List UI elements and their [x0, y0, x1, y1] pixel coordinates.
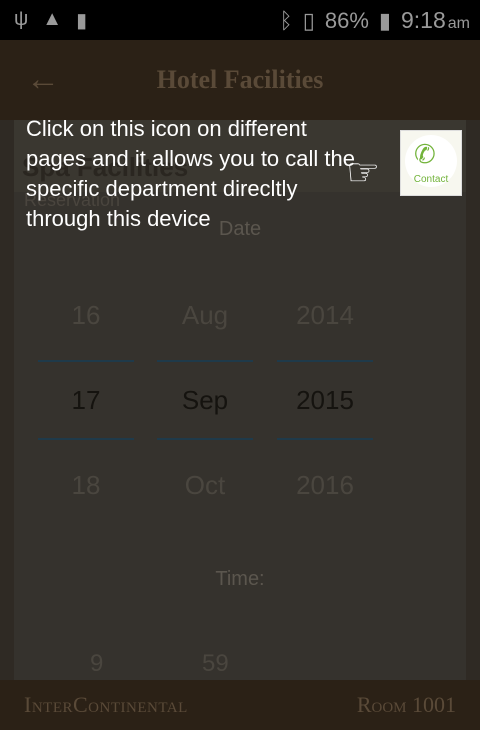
month-prev[interactable]: Aug: [157, 270, 253, 360]
minute-value[interactable]: 59: [202, 650, 229, 678]
day-picker[interactable]: 16 17 18: [38, 270, 134, 530]
page-title: Hotel Facilities: [156, 65, 324, 94]
year-picker[interactable]: 2014 2015 2016: [277, 270, 373, 530]
hour-value[interactable]: 9: [90, 650, 103, 678]
day-next[interactable]: 18: [38, 440, 134, 530]
vibrate-icon: ▯: [302, 7, 315, 33]
sim-icon: ▮: [76, 10, 88, 32]
clock: 9:18 am: [401, 7, 470, 33]
day-current[interactable]: 17: [38, 360, 134, 440]
month-picker[interactable]: Aug Sep Oct: [157, 270, 253, 530]
month-current[interactable]: Sep: [157, 360, 253, 440]
year-next[interactable]: 2016: [277, 440, 373, 530]
hand-pointing-icon: ☞: [346, 152, 381, 194]
app-bar: ← Hotel Facilities: [0, 40, 480, 120]
day-prev[interactable]: 16: [38, 270, 134, 360]
footer: InterContinental Room 1001: [0, 680, 480, 730]
year-current[interactable]: 2015: [277, 360, 373, 440]
battery-percent: 86%: [324, 7, 369, 33]
contact-button[interactable]: ✆ Contact: [400, 130, 462, 196]
phone-icon: ✆: [414, 139, 436, 169]
status-bar: ψ ▲ ▮ ᛒ ▯ 86% ▮ 9:18 am: [0, 0, 480, 40]
brand-logo: InterContinental: [24, 692, 188, 717]
warning-icon: ▲: [42, 8, 63, 30]
room-number: Room 1001: [356, 692, 456, 717]
bluetooth-icon: ᛒ: [279, 7, 293, 33]
usb-icon: ψ: [14, 8, 29, 30]
contact-label: Contact: [413, 174, 449, 185]
status-left-icons: ψ ▲ ▮: [14, 8, 87, 33]
tutorial-tooltip: Click on this icon on different pages an…: [26, 116, 355, 231]
status-right: ᛒ ▯ 86% ▮ 9:18 am: [280, 7, 470, 34]
battery-charging-icon: ▮: [378, 7, 391, 33]
year-prev[interactable]: 2014: [277, 270, 373, 360]
time-label: Time:: [215, 568, 265, 590]
month-next[interactable]: Oct: [157, 440, 253, 530]
